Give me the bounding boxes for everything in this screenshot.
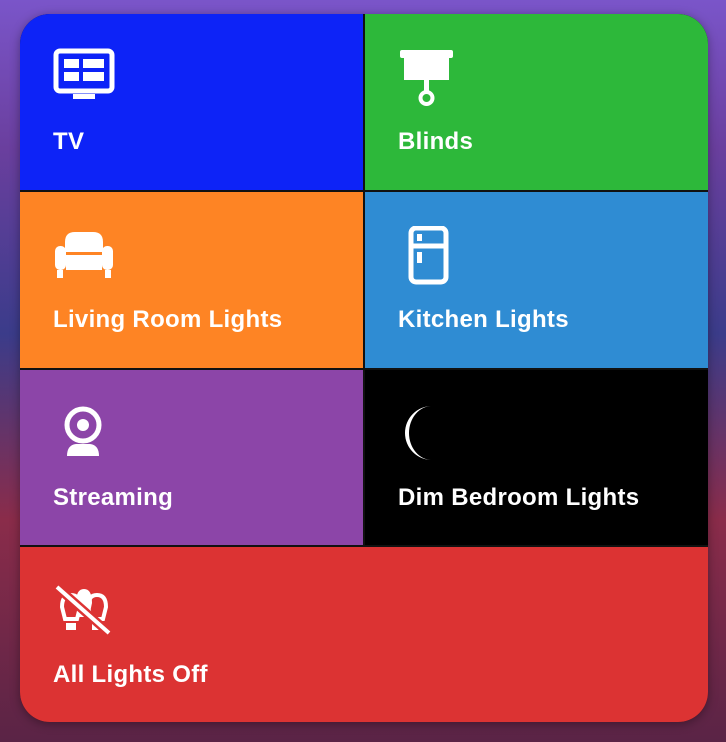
kitchen-lights-shortcut-label: Kitchen Lights — [398, 306, 569, 333]
fridge-icon — [398, 226, 460, 286]
blinds-icon — [398, 48, 460, 108]
dim-bedroom-lights-shortcut-label: Dim Bedroom Lights — [398, 484, 640, 511]
all-lights-off-shortcut-tile[interactable]: All Lights Off — [20, 547, 708, 722]
shortcuts-widget: TV Blinds Living Room Lights Kitchen Lig… — [20, 14, 708, 722]
all-lights-off-shortcut-label: All Lights Off — [53, 661, 208, 688]
dim-bedroom-lights-shortcut-tile[interactable]: Dim Bedroom Lights — [365, 370, 708, 545]
streaming-shortcut-tile[interactable]: Streaming — [20, 370, 363, 545]
tv-shortcut-tile[interactable]: TV — [20, 14, 363, 190]
blinds-shortcut-tile[interactable]: Blinds — [365, 14, 708, 190]
kitchen-lights-shortcut-tile[interactable]: Kitchen Lights — [365, 192, 708, 368]
sofa-icon — [53, 226, 115, 286]
living-room-lights-shortcut-tile[interactable]: Living Room Lights — [20, 192, 363, 368]
lights-off-icon — [53, 581, 115, 641]
webcam-icon — [53, 404, 115, 464]
tv-shortcut-label: TV — [53, 128, 85, 155]
moon-icon — [398, 404, 460, 464]
tv-icon — [53, 48, 115, 108]
blinds-shortcut-label: Blinds — [398, 128, 474, 155]
streaming-shortcut-label: Streaming — [53, 484, 174, 511]
living-room-lights-shortcut-label: Living Room Lights — [53, 306, 283, 333]
